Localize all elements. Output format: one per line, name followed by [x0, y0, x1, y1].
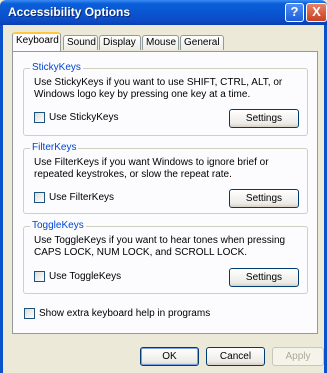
accessibility-options-dialog: Accessibility Options ? X Keyboard Sound…: [0, 0, 327, 373]
extra-keyboard-help-checkbox[interactable]: [24, 308, 35, 319]
title-bar[interactable]: Accessibility Options ? X: [0, 0, 327, 25]
togglekeys-group-label: ToggleKeys: [30, 220, 86, 231]
filterkeys-settings-button[interactable]: Settings: [229, 189, 299, 208]
stickykeys-settings-button[interactable]: Settings: [229, 109, 299, 128]
tab-general[interactable]: General: [180, 35, 224, 50]
use-stickykeys-checkbox[interactable]: [34, 112, 45, 123]
window-title: Accessibility Options: [8, 5, 131, 19]
window-frame-left: [0, 25, 3, 373]
tab-mouse[interactable]: Mouse: [142, 35, 179, 50]
tab-display[interactable]: Display: [99, 35, 141, 50]
use-togglekeys-checkbox[interactable]: [34, 271, 45, 282]
use-filterkeys-label: Use FilterKeys: [49, 192, 115, 203]
close-button[interactable]: X: [306, 3, 327, 22]
cancel-button[interactable]: Cancel: [206, 347, 265, 366]
filterkeys-group: FilterKeys Use FilterKeys if you want Wi…: [23, 142, 308, 214]
apply-button[interactable]: Apply: [272, 347, 324, 366]
help-button[interactable]: ?: [285, 3, 304, 22]
stickykeys-group-label: StickyKeys: [30, 62, 83, 73]
extra-keyboard-help-label: Show extra keyboard help in programs: [39, 308, 211, 319]
togglekeys-description: Use ToggleKeys if you want to hear tones…: [34, 235, 286, 258]
togglekeys-group: ToggleKeys Use ToggleKeys if you want to…: [23, 220, 308, 294]
togglekeys-settings-button[interactable]: Settings: [229, 268, 299, 287]
use-stickykeys-label: Use StickyKeys: [49, 112, 119, 123]
use-filterkeys-checkbox[interactable]: [34, 192, 45, 203]
keyboard-tab-panel: StickyKeys Use StickyKeys if you want to…: [12, 51, 318, 334]
tab-keyboard[interactable]: Keyboard: [12, 32, 61, 51]
tab-sound[interactable]: Sound: [63, 35, 98, 50]
stickykeys-group: StickyKeys Use StickyKeys if you want to…: [23, 62, 308, 136]
filterkeys-group-label: FilterKeys: [30, 142, 79, 153]
stickykeys-description: Use StickyKeys if you want to use SHIFT,…: [34, 77, 283, 100]
filterkeys-description: Use FilterKeys if you want Windows to ig…: [34, 157, 269, 180]
ok-button[interactable]: OK: [140, 347, 199, 366]
use-togglekeys-label: Use ToggleKeys: [49, 271, 122, 282]
